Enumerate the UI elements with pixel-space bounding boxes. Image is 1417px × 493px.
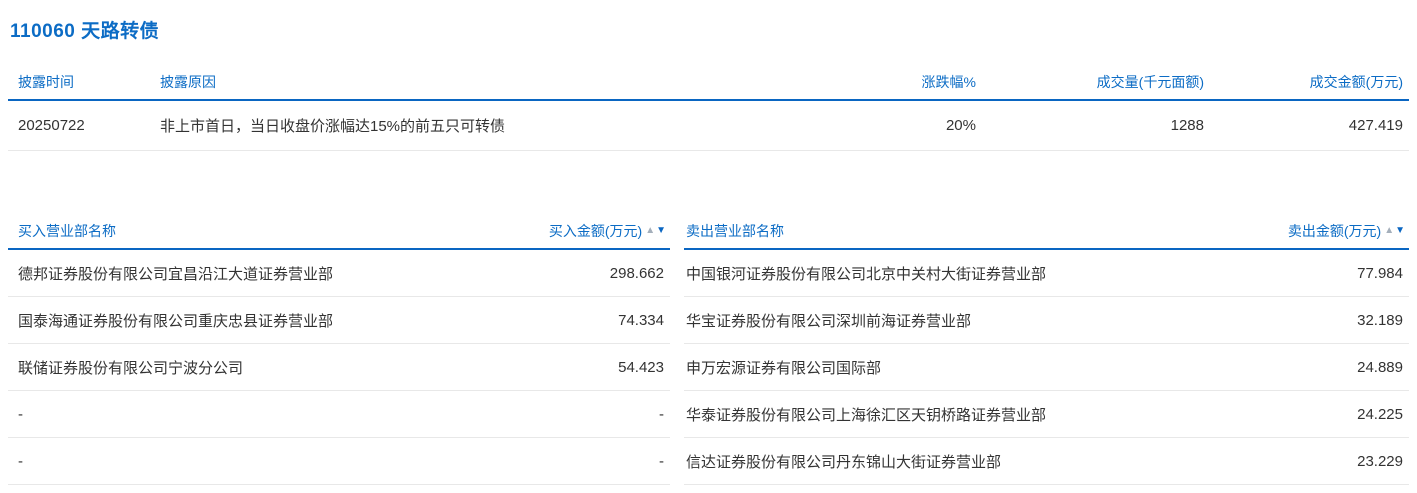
table-row: 信达证券股份有限公司丹东锦山大街证券营业部23.229 [684, 438, 1409, 485]
col-header-volume: 成交量(千元面额) [976, 72, 1204, 92]
table-row: 国泰海通证券股份有限公司重庆忠县证券营业部74.334 [8, 297, 670, 344]
broker-name-cell: 联储证券股份有限公司宁波分公司 [8, 357, 618, 378]
col-header-change-percent: 涨跌幅% [826, 72, 976, 92]
broker-name-cell: 德邦证券股份有限公司宜昌沿江大道证券营业部 [8, 263, 610, 284]
amount-cell: 24.889 [1357, 359, 1409, 376]
broker-tables: 买入营业部名称 买入金额(万元) ▲▼ 德邦证券股份有限公司宜昌沿江大道证券营业… [8, 221, 1409, 485]
col-header-turnover: 成交金额(万元) [1204, 72, 1409, 92]
sell-brokers-table: 卖出营业部名称 卖出金额(万元) ▲▼ 中国银河证券股份有限公司北京中关村大街证… [684, 221, 1409, 485]
buy-amount-sort-header[interactable]: 买入金额(万元) ▲▼ [549, 221, 670, 241]
amount-cell: 74.334 [618, 312, 670, 329]
page-title: 110060 天路转债 [10, 16, 1409, 43]
sort-icons: ▲▼ [645, 226, 666, 236]
table-row: 联储证券股份有限公司宁波分公司54.423 [8, 344, 670, 391]
volume-cell: 1288 [976, 117, 1204, 134]
broker-name-cell: 申万宏源证券有限公司国际部 [684, 357, 1357, 378]
disclosure-reason-cell: 非上市首日，当日收盘价涨幅达15%的前五只可转债 [160, 115, 826, 136]
change-percent-cell: 20% [826, 117, 976, 134]
col-header-buy-broker-name: 买入营业部名称 [8, 221, 549, 241]
amount-cell: - [659, 406, 670, 423]
broker-name-cell: 中国银河证券股份有限公司北京中关村大街证券营业部 [684, 263, 1357, 284]
amount-cell: 32.189 [1357, 312, 1409, 329]
table-row: 华泰证券股份有限公司上海徐汇区天钥桥路证券营业部24.225 [684, 391, 1409, 438]
col-header-sell-broker-name: 卖出营业部名称 [684, 221, 1288, 241]
sell-table-header-row: 卖出营业部名称 卖出金额(万元) ▲▼ [684, 221, 1409, 250]
disclosure-time-cell: 20250722 [8, 117, 160, 134]
sort-asc-icon[interactable]: ▲ [645, 226, 655, 236]
col-header-buy-amount[interactable]: 买入金额(万元) [549, 221, 642, 241]
table-row: 申万宏源证券有限公司国际部24.889 [684, 344, 1409, 391]
sort-icons: ▲▼ [1384, 226, 1405, 236]
buy-brokers-table: 买入营业部名称 买入金额(万元) ▲▼ 德邦证券股份有限公司宜昌沿江大道证券营业… [8, 221, 670, 485]
broker-name-cell: 国泰海通证券股份有限公司重庆忠县证券营业部 [8, 310, 618, 331]
amount-cell: 24.225 [1357, 406, 1409, 423]
buy-table-header-row: 买入营业部名称 买入金额(万元) ▲▼ [8, 221, 670, 250]
broker-name-cell: 华宝证券股份有限公司深圳前海证券营业部 [684, 310, 1357, 331]
bond-disclosure-page: 110060 天路转债 披露时间 披露原因 涨跌幅% 成交量(千元面额) 成交金… [0, 16, 1417, 485]
disclosure-summary-table: 披露时间 披露原因 涨跌幅% 成交量(千元面额) 成交金额(万元) 202507… [8, 72, 1409, 151]
sort-desc-icon[interactable]: ▼ [656, 226, 666, 236]
broker-name-cell: - [8, 453, 659, 470]
broker-name-cell: 华泰证券股份有限公司上海徐汇区天钥桥路证券营业部 [684, 404, 1357, 425]
col-header-sell-amount[interactable]: 卖出金额(万元) [1288, 221, 1381, 241]
broker-name-cell: - [8, 406, 659, 423]
table-row: -- [8, 391, 670, 438]
turnover-cell: 427.419 [1204, 117, 1409, 134]
amount-cell: 54.423 [618, 359, 670, 376]
amount-cell: 298.662 [610, 265, 670, 282]
summary-data-row: 20250722 非上市首日，当日收盘价涨幅达15%的前五只可转债 20% 12… [8, 101, 1409, 151]
table-row: -- [8, 438, 670, 485]
amount-cell: - [659, 453, 670, 470]
amount-cell: 77.984 [1357, 265, 1409, 282]
sell-table-body: 中国银河证券股份有限公司北京中关村大街证券营业部77.984华宝证券股份有限公司… [684, 250, 1409, 485]
sell-amount-sort-header[interactable]: 卖出金额(万元) ▲▼ [1288, 221, 1409, 241]
broker-name-cell: 信达证券股份有限公司丹东锦山大街证券营业部 [684, 451, 1357, 472]
sort-asc-icon[interactable]: ▲ [1384, 226, 1394, 236]
buy-table-body: 德邦证券股份有限公司宜昌沿江大道证券营业部298.662国泰海通证券股份有限公司… [8, 250, 670, 485]
summary-header-row: 披露时间 披露原因 涨跌幅% 成交量(千元面额) 成交金额(万元) [8, 72, 1409, 101]
sort-desc-icon[interactable]: ▼ [1395, 226, 1405, 236]
table-row: 华宝证券股份有限公司深圳前海证券营业部32.189 [684, 297, 1409, 344]
col-header-disclosure-time: 披露时间 [8, 72, 160, 92]
amount-cell: 23.229 [1357, 453, 1409, 470]
col-header-disclosure-reason: 披露原因 [160, 72, 826, 92]
table-row: 中国银河证券股份有限公司北京中关村大街证券营业部77.984 [684, 250, 1409, 297]
table-row: 德邦证券股份有限公司宜昌沿江大道证券营业部298.662 [8, 250, 670, 297]
